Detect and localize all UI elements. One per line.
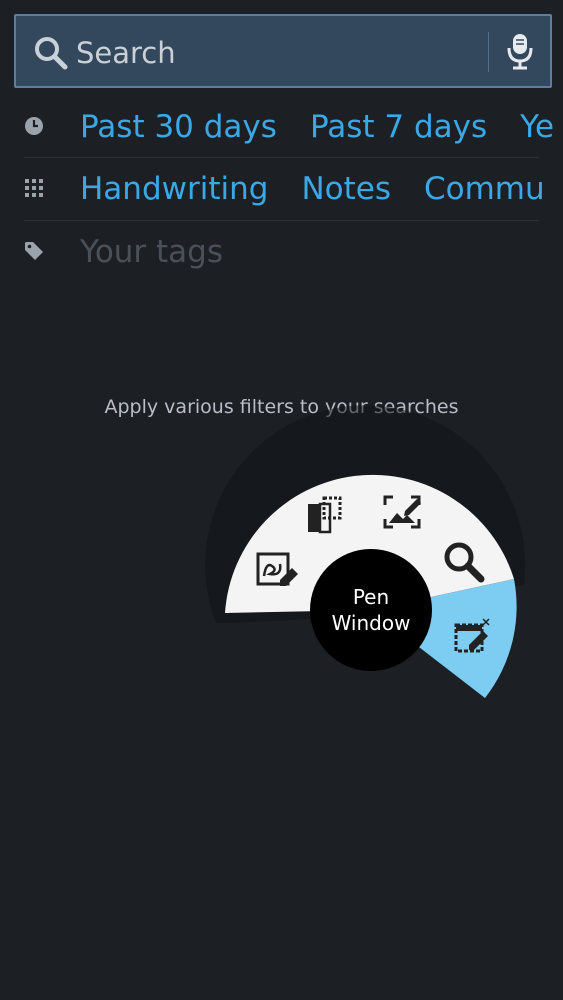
pen-window-button[interactable] <box>448 612 496 660</box>
window-label: Window <box>331 611 411 635</box>
air-command-wheel <box>205 405 526 698</box>
s-finder-icon <box>444 542 485 583</box>
action-memo-icon <box>256 552 298 586</box>
image-clip-button[interactable] <box>300 492 348 540</box>
screen-write-icon <box>383 495 421 529</box>
pen-label: Pen <box>352 585 390 609</box>
pen-window-center[interactable]: Pen Window <box>310 549 432 671</box>
action-memo-button[interactable] <box>252 547 300 595</box>
s-finder-button[interactable] <box>440 538 488 586</box>
air-command-menu: Pen Window <box>0 0 563 1000</box>
image-clip-icon <box>308 496 342 534</box>
screen-write-button[interactable] <box>378 488 426 536</box>
pen-window-icon <box>454 618 490 653</box>
